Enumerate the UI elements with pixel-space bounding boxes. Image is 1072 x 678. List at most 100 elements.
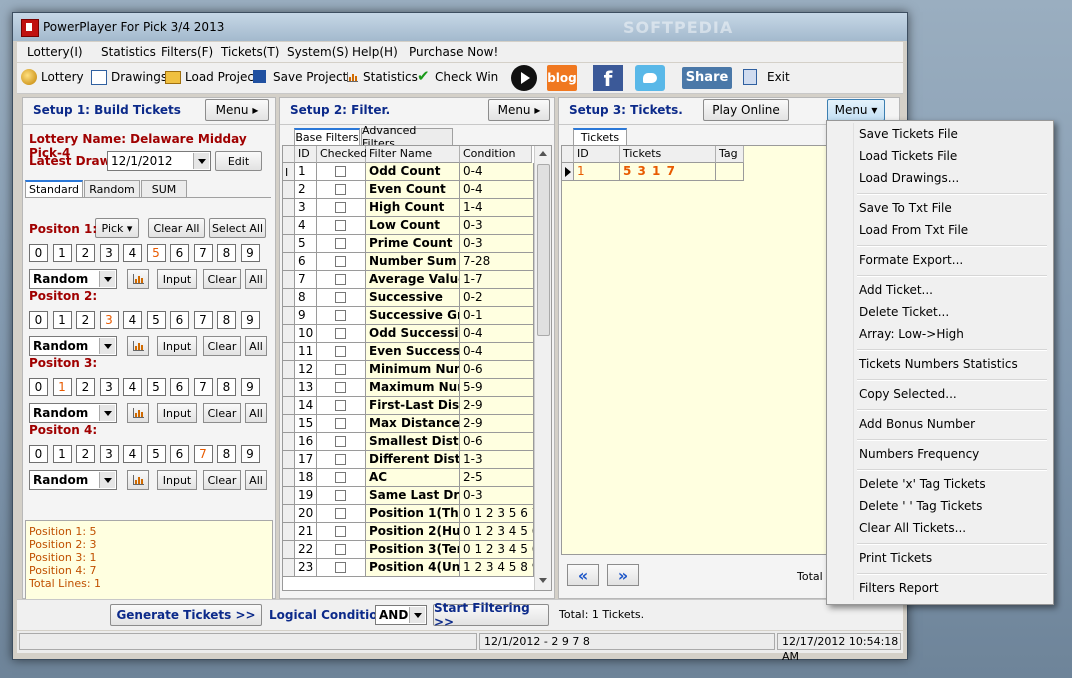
filter-checkbox[interactable]	[335, 292, 346, 303]
play-online-button[interactable]: Play Online	[703, 99, 789, 121]
filter-checkbox[interactable]	[335, 562, 346, 573]
position-mode-select[interactable]: Random	[29, 269, 117, 289]
blog-button[interactable]: blog	[547, 65, 577, 91]
filter-checkbox[interactable]	[335, 400, 346, 411]
digit-button[interactable]: 5	[146, 244, 166, 262]
menu-item-save-to-txt[interactable]: Save To Txt File	[859, 201, 952, 215]
table-row[interactable]: 2 Even Count 0-4	[283, 181, 534, 199]
statistics-button[interactable]: Statistics	[363, 70, 418, 84]
menu-item-load-from-txt[interactable]: Load From Txt File	[859, 223, 968, 237]
digit-button[interactable]: 2	[76, 311, 95, 329]
table-row[interactable]: 10 Odd Successive0-4	[283, 325, 534, 343]
digit-button[interactable]: 1	[52, 378, 72, 396]
column-header[interactable]: Tickets	[620, 146, 716, 163]
position-mode-select[interactable]: Random	[29, 336, 117, 356]
menu-item-load-tickets-file[interactable]: Load Tickets File	[859, 149, 957, 163]
menu-item-delete-x-tag[interactable]: Delete 'x' Tag Tickets	[859, 477, 986, 491]
digit-button[interactable]: 7	[193, 311, 213, 329]
edit-button[interactable]: Edit	[215, 151, 262, 171]
exit-button[interactable]: Exit	[767, 70, 790, 84]
filter-checkbox[interactable]	[335, 436, 346, 447]
digit-button[interactable]: 0	[29, 378, 48, 396]
filter-condition[interactable]: 1-3	[460, 451, 534, 469]
table-row[interactable]: 19 Same Last Draw0-3	[283, 487, 534, 505]
filter-condition[interactable]: 1-4	[460, 199, 534, 217]
clear-button[interactable]: Clear	[203, 403, 241, 423]
table-row[interactable]: 16 Smallest Distanc0-6	[283, 433, 534, 451]
filter-checkbox[interactable]	[335, 454, 346, 465]
digit-button[interactable]: 5	[146, 445, 166, 463]
table-row[interactable]: 6 Number Sum 7-28	[283, 253, 534, 271]
table-row[interactable]: 12 Minimum Numbe0-6	[283, 361, 534, 379]
input-button[interactable]: Input	[157, 269, 197, 289]
digit-button[interactable]: 4	[123, 311, 142, 329]
filter-checkbox[interactable]	[335, 184, 346, 195]
twitter-icon[interactable]	[635, 65, 665, 91]
menu-item-array-low-high[interactable]: Array: Low->High	[859, 327, 964, 341]
position-mode-select[interactable]: Random	[29, 470, 117, 490]
next-page-button[interactable]: »	[607, 564, 639, 586]
menu-item-print-tickets[interactable]: Print Tickets	[859, 551, 932, 565]
filter-condition[interactable]: 0 1 2 3 5 6 7	[460, 505, 534, 523]
filter-checkbox[interactable]	[335, 508, 346, 519]
table-row[interactable]: 4 Low Count 0-3	[283, 217, 534, 235]
tab-random[interactable]: Random	[84, 180, 140, 197]
filter-condition[interactable]: 0-4	[460, 325, 534, 343]
filter-condition[interactable]: 0-3	[460, 487, 534, 505]
filter-condition[interactable]: 0 1 2 3 4 5 6	[460, 541, 534, 559]
filter-condition[interactable]: 0-3	[460, 235, 534, 253]
digit-button[interactable]: 8	[217, 378, 236, 396]
filter-checkbox[interactable]	[335, 418, 346, 429]
filter-checkbox[interactable]	[335, 328, 346, 339]
menu-statistics[interactable]: Statistics	[101, 45, 156, 59]
filter-condition[interactable]: 0-3	[460, 217, 534, 235]
select-all-button[interactable]: Select All	[209, 218, 266, 238]
all-button[interactable]: All	[245, 336, 267, 356]
input-button[interactable]: Input	[157, 470, 197, 490]
input-button[interactable]: Input	[157, 336, 197, 356]
digit-button[interactable]: 3	[99, 445, 119, 463]
table-row[interactable]: 17 Different Distanc1-3	[283, 451, 534, 469]
table-row[interactable]: 8 Successive 0-2	[283, 289, 534, 307]
table-row[interactable]: 23 Position 4(Units1 2 3 4 5 8 9	[283, 559, 534, 577]
digit-button[interactable]: 2	[76, 445, 95, 463]
column-header[interactable]: ID	[295, 146, 317, 163]
digit-button[interactable]: 3	[99, 311, 119, 329]
tab-standard[interactable]: Standard	[25, 180, 83, 197]
menu-system[interactable]: System(S)	[287, 45, 349, 59]
digit-button[interactable]: 1	[52, 445, 72, 463]
start-filtering-button[interactable]: Start Filtering >>	[433, 601, 549, 629]
digit-button[interactable]: 1	[52, 311, 72, 329]
check-win-button[interactable]: Check Win	[435, 70, 498, 84]
digit-button[interactable]: 0	[29, 244, 48, 262]
filter-checkbox[interactable]	[335, 274, 346, 285]
menu-item-add-ticket[interactable]: Add Ticket...	[859, 283, 933, 297]
drawings-button[interactable]: Drawings	[111, 70, 167, 84]
filter-checkbox[interactable]	[335, 310, 346, 321]
table-row[interactable]: 18 AC 2-5	[283, 469, 534, 487]
filter-condition[interactable]: 2-9	[460, 397, 534, 415]
menu-item-save-tickets-file[interactable]: Save Tickets File	[859, 127, 958, 141]
column-header[interactable]: Filter Name	[366, 146, 460, 163]
position-stats-button[interactable]	[127, 269, 149, 289]
menu-purchase[interactable]: Purchase Now!	[409, 45, 498, 59]
table-row[interactable]: 7 Average Value 1-7	[283, 271, 534, 289]
digit-button[interactable]: 4	[123, 445, 142, 463]
lottery-button[interactable]: Lottery	[41, 70, 84, 84]
digit-button[interactable]: 5	[146, 311, 166, 329]
digit-button[interactable]: 8	[217, 311, 236, 329]
table-row[interactable]: 15 Max Distance 2-9	[283, 415, 534, 433]
digit-button[interactable]: 5	[146, 378, 166, 396]
filter-condition[interactable]: 5-9	[460, 379, 534, 397]
digit-button[interactable]: 6	[170, 244, 189, 262]
filter-checkbox[interactable]	[335, 544, 346, 555]
play-icon[interactable]	[511, 65, 537, 91]
scrollbar-thumb[interactable]	[537, 164, 550, 336]
clear-button[interactable]: Clear	[203, 269, 241, 289]
setup3-menu-button[interactable]: Menu ▾	[827, 99, 885, 121]
digit-button[interactable]: 7	[193, 445, 213, 463]
digit-button[interactable]: 7	[193, 244, 213, 262]
all-button[interactable]: All	[245, 403, 267, 423]
table-row[interactable]: 3 High Count 1-4	[283, 199, 534, 217]
facebook-icon[interactable]: f	[593, 65, 623, 91]
